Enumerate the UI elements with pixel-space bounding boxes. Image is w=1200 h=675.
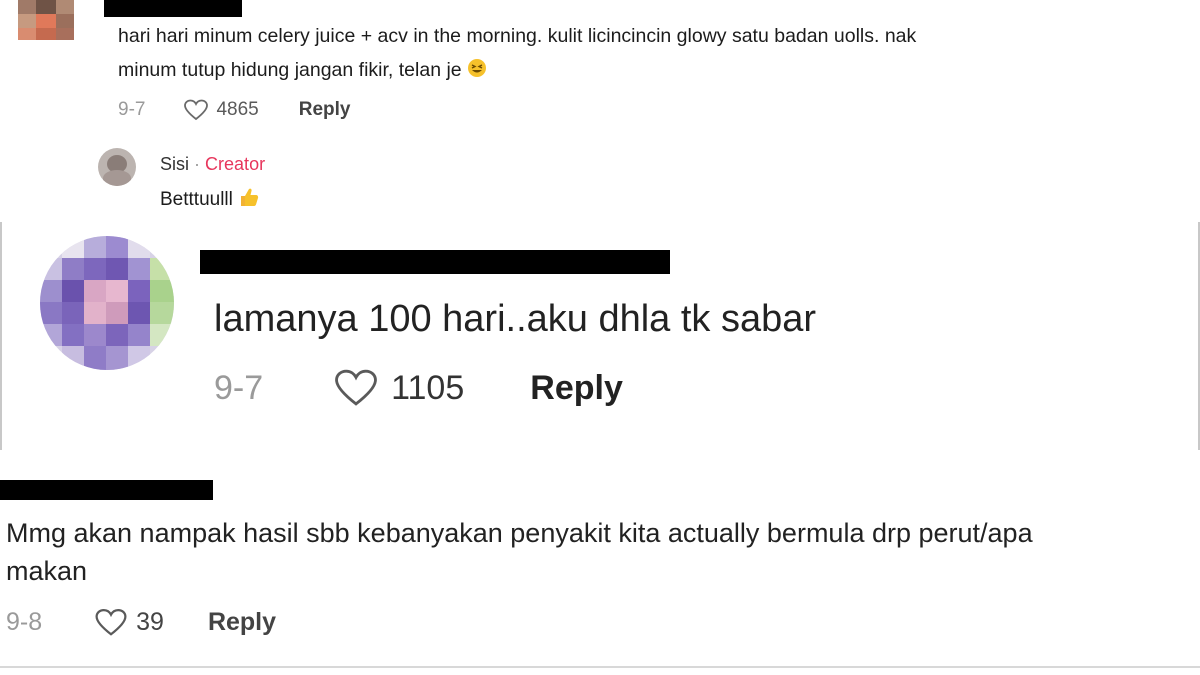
comment1-date: 9-7 — [118, 99, 146, 120]
comment1-reply-button[interactable]: Reply — [299, 99, 351, 121]
laughing-emoji-icon — [467, 58, 487, 84]
comment3-date: 9-8 — [6, 607, 43, 636]
comment3-like-count: 39 — [136, 607, 164, 636]
creator-avatar[interactable] — [98, 148, 136, 186]
heart-icon — [183, 99, 209, 121]
comment3-text-line1: Mmg akan nampak hasil sbb kebanyakan pen… — [6, 518, 1033, 548]
comment-panel-1: hari hari minum celery juice + acv in th… — [0, 0, 1200, 222]
comment1-username-redaction — [104, 0, 242, 17]
reply1-text-content: Betttuulll — [160, 189, 233, 211]
comment2-date: 9-7 — [214, 368, 264, 407]
comment1-meta: 9-7 4865 Reply — [118, 98, 351, 122]
reply1-author[interactable]: Sisi — [160, 154, 189, 174]
reply1-header: Sisi · Creator — [160, 154, 265, 175]
comment3-text-line2: makan — [6, 556, 88, 586]
comment1-text-line2-content: minum tutup hidung jangan fikir, telan j… — [118, 59, 462, 82]
heart-icon — [94, 608, 128, 637]
reply1-text: Betttuulll — [160, 186, 260, 214]
heart-icon — [333, 368, 379, 408]
comment2-username-redaction — [200, 250, 670, 274]
comment2-text: lamanya 100 hari..aku dhla tk sabar — [214, 298, 817, 340]
comment2-like-count: 1105 — [391, 368, 465, 407]
comment1-like-button[interactable]: 4865 — [183, 99, 259, 121]
comment1-like-count: 4865 — [216, 99, 259, 120]
comment1-text-line2: minum tutup hidung jangan fikir, telan j… — [118, 58, 487, 84]
bottom-divider — [0, 666, 1200, 668]
comment3-meta: 9-8 39 Reply — [6, 606, 276, 638]
creator-badge: Creator — [205, 154, 266, 174]
comment1-text-line1: hari hari minum celery juice + acv in th… — [118, 25, 917, 47]
comment3-reply-button[interactable]: Reply — [208, 608, 276, 637]
comment3-like-button[interactable]: 39 — [94, 608, 164, 637]
comment1-avatar[interactable] — [18, 0, 74, 40]
comment2-reply-button[interactable]: Reply — [530, 369, 623, 408]
comment2-like-button[interactable]: 1105 — [333, 368, 464, 408]
comment-panel-3: Mmg akan nampak hasil sbb kebanyakan pen… — [0, 450, 1200, 675]
reply1-separator: · — [194, 154, 201, 174]
comment2-meta: 9-7 1105 Reply — [214, 366, 623, 410]
comment3-username-redaction — [0, 480, 213, 500]
comment2-avatar[interactable] — [40, 236, 174, 370]
comment-panel-2: lamanya 100 hari..aku dhla tk sabar 9-7 … — [0, 222, 1200, 450]
thumbs-up-emoji-icon — [238, 186, 260, 214]
